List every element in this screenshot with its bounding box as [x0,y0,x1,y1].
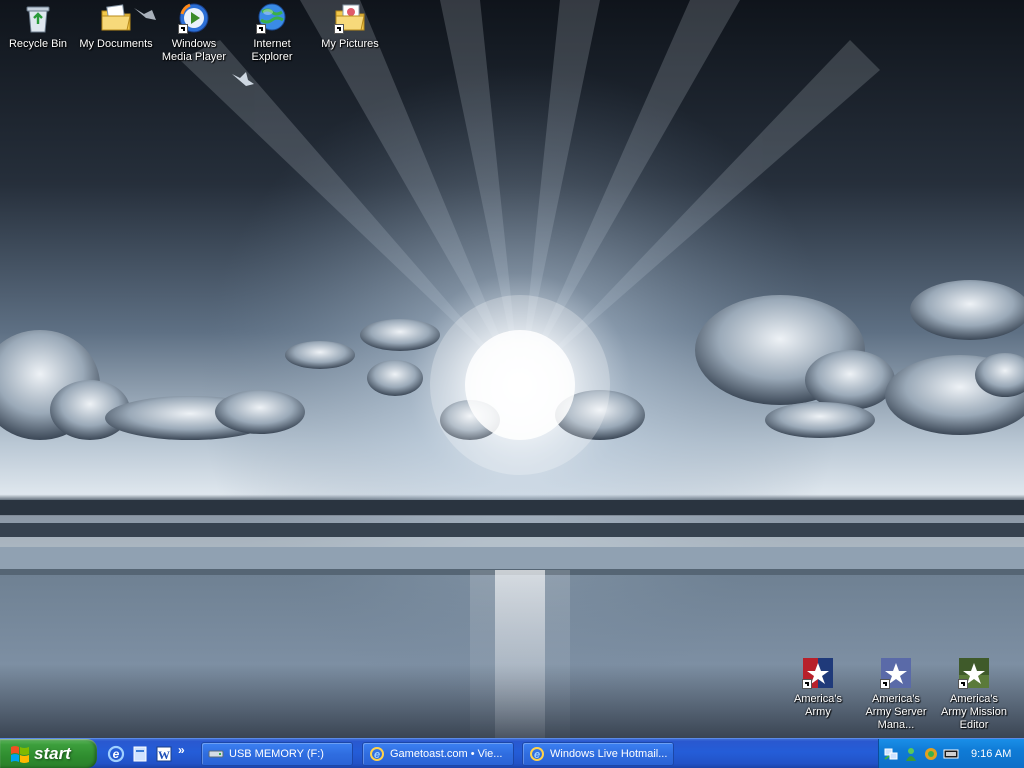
shortcut-arrow-icon [178,24,188,34]
svg-text:e: e [534,749,540,761]
internet-explorer-icon [256,2,288,34]
shortcut-arrow-icon [256,24,266,34]
quick-launch-bar: e W » [104,742,185,766]
desktop-icon-internet-explorer[interactable]: Internet Explorer [234,2,310,64]
desktop-icon-recycle-bin[interactable]: Recycle Bin [0,2,76,51]
desktop-icon-label: Windows Media Player [161,38,227,63]
desktop-icon-label: My Documents [79,38,153,50]
start-label: start [34,743,71,763]
clock[interactable]: 9:16 AM [971,748,1011,760]
quick-launch-more-chevron[interactable]: » [178,743,185,757]
show-desktop-icon[interactable] [131,745,149,763]
taskbar-button-gametoast[interactable]: e Gametoast.com • Vie... [362,742,514,766]
desktop-icon-my-pictures[interactable]: My Pictures [312,2,388,51]
desktop-icon-label: America's Army Mission Editor [940,693,1007,731]
system-tray: 9:16 AM [878,739,1024,768]
my-documents-icon [100,2,132,34]
shortcut-arrow-icon [802,679,812,689]
taskbar-button-label: USB MEMORY (F:) [229,748,324,760]
word-icon[interactable]: W [155,745,173,763]
taskbar-button-hotmail[interactable]: e Windows Live Hotmail... [522,742,674,766]
desktop-icon-label: America's Army Server Mana... [865,693,927,731]
network-icon[interactable] [883,746,899,762]
desktop-wallpaper [0,0,1024,738]
desktop-icon-windows-media-player[interactable]: Windows Media Player [156,2,232,64]
windows-logo-icon [11,745,29,763]
shortcut-arrow-icon [958,679,968,689]
messenger-icon[interactable] [903,746,919,762]
taskbar-button-usb-memory[interactable]: USB MEMORY (F:) [201,742,353,766]
volume-icon[interactable] [943,746,959,762]
svg-text:W: W [158,748,170,762]
taskbar-button-label: Gametoast.com • Vie... [390,748,503,760]
desktop-icon-americas-army-mission-editor[interactable]: America's Army Mission Editor [936,657,1012,732]
svg-text:e: e [374,749,380,761]
taskbar-button-label: Windows Live Hotmail... [550,748,668,760]
taskbar: start e W » USB MEMORY (F:) e Gametoast.… [0,738,1024,768]
security-icon[interactable] [923,746,939,762]
americas-army-server-icon [880,657,912,689]
drive-icon [208,750,224,758]
internet-explorer-icon[interactable]: e [107,745,125,763]
desktop-icon-americas-army[interactable]: America's Army [780,657,856,719]
desktop-icon-label: America's Army [794,693,842,718]
desktop-icon-label: Internet Explorer [251,38,293,63]
internet-explorer-icon: e [370,747,384,761]
shortcut-arrow-icon [334,24,344,34]
shortcut-arrow-icon [880,679,890,689]
desktop-icon-americas-army-server[interactable]: America's Army Server Mana... [858,657,934,732]
recycle-bin-icon [22,2,54,34]
my-pictures-icon [334,2,366,34]
americas-army-editor-icon [958,657,990,689]
svg-text:e: e [113,747,120,761]
windows-media-player-icon [178,2,210,34]
desktop-icon-label: Recycle Bin [8,38,68,50]
desktop-icon-my-documents[interactable]: My Documents [78,2,154,51]
desktop-icon-label: My Pictures [321,38,379,50]
start-button[interactable]: start [0,739,97,768]
americas-army-icon [802,657,834,689]
internet-explorer-icon: e [530,747,544,761]
